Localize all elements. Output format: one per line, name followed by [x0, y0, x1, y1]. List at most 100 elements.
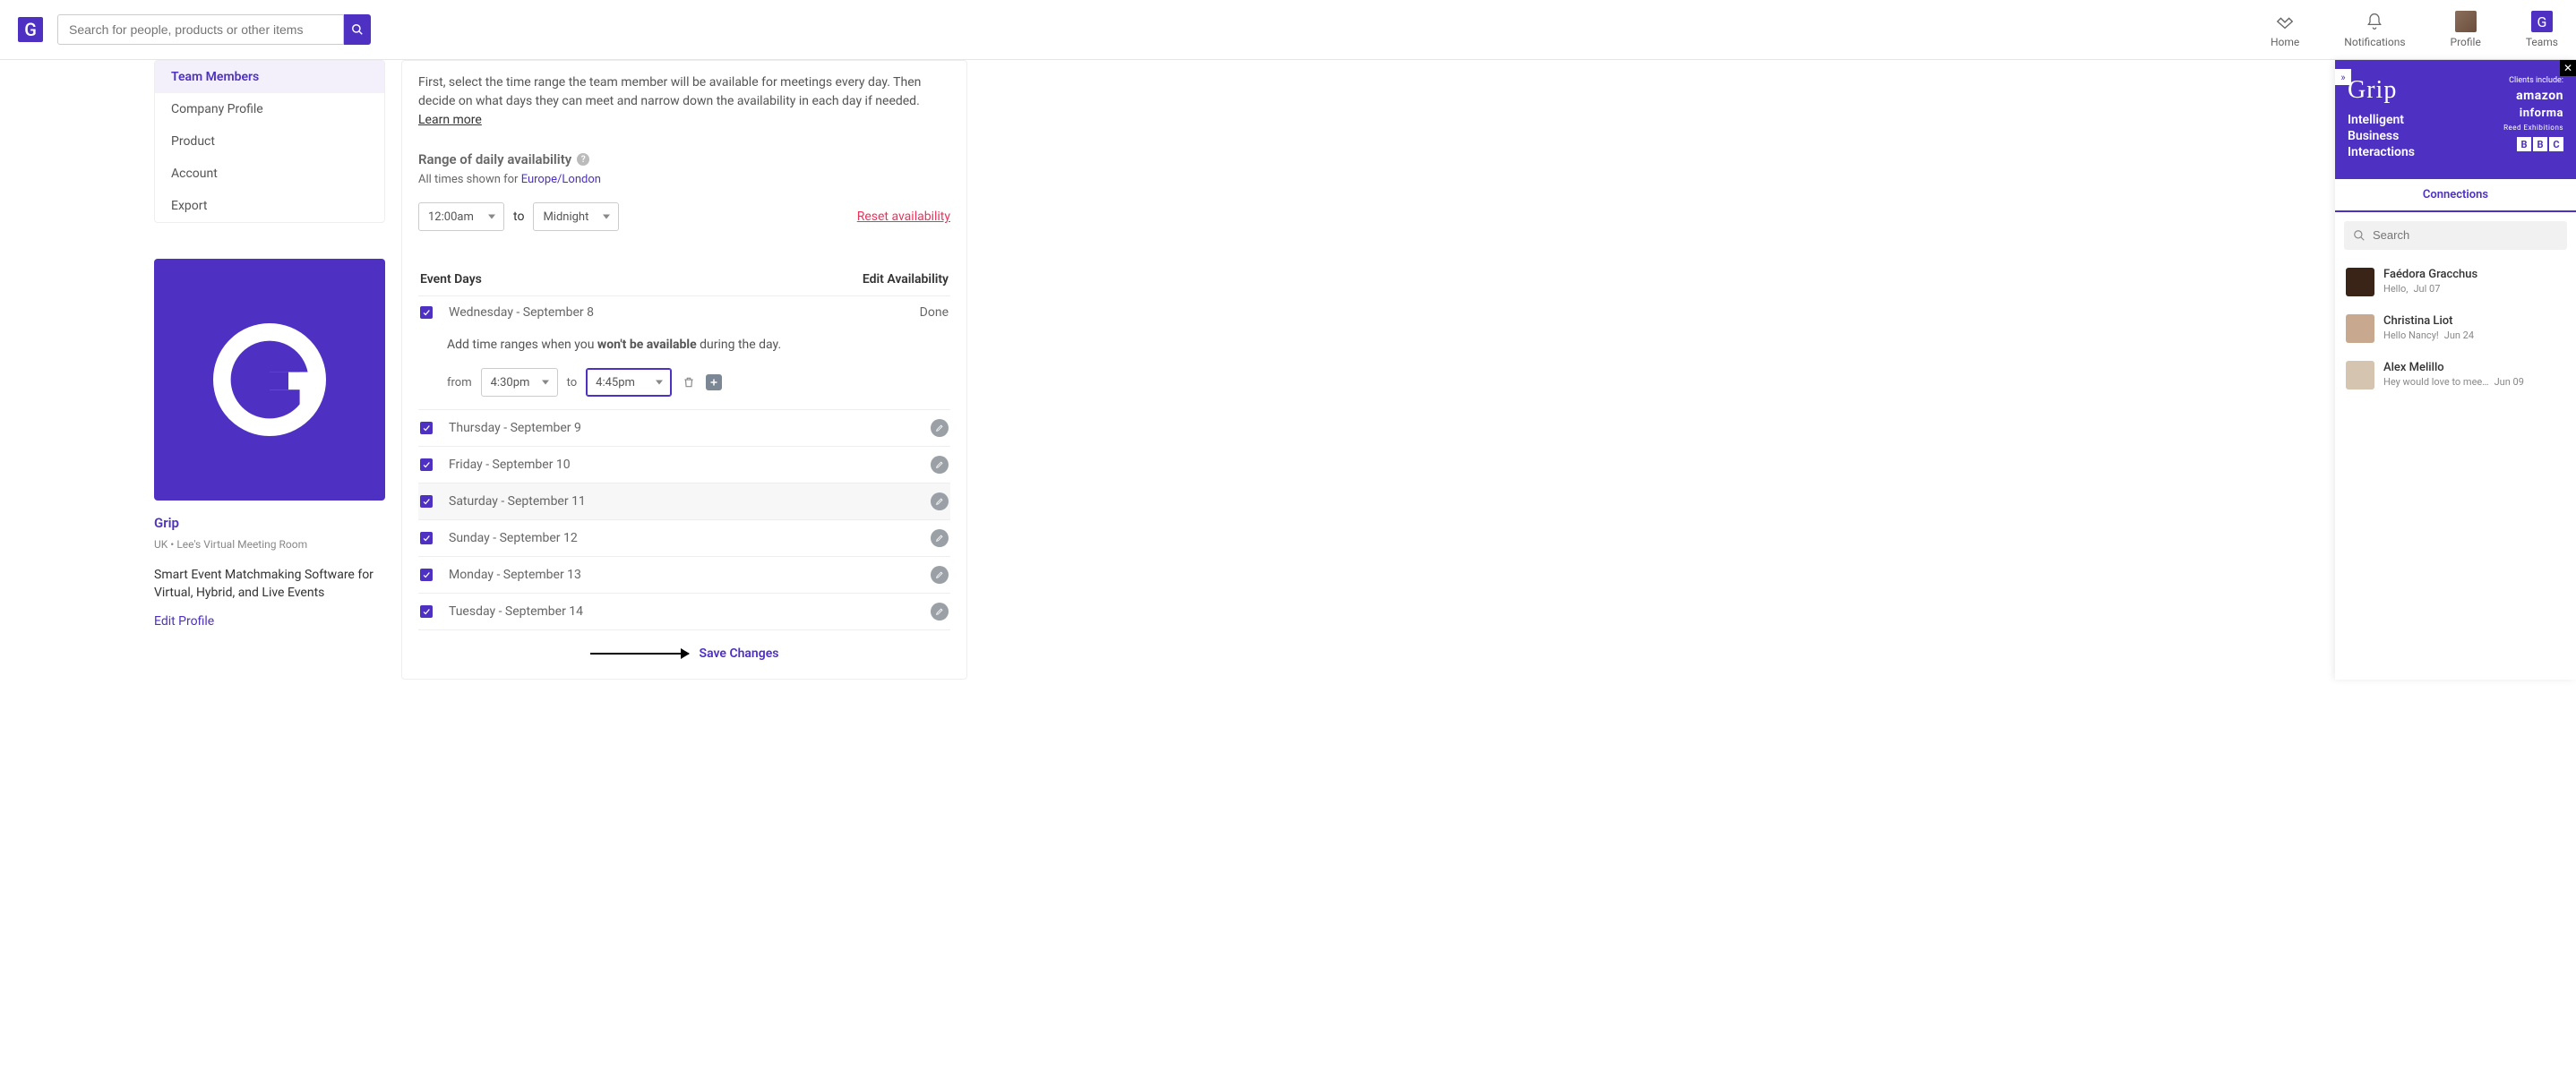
nav-teams[interactable]: G Teams	[2526, 11, 2558, 48]
connections-tab[interactable]: Connections	[2335, 179, 2576, 212]
app-logo[interactable]: G	[18, 17, 43, 42]
day-row-sat: Saturday - September 11	[418, 484, 950, 520]
day-row-sun: Sunday - September 12	[418, 520, 950, 557]
nav-notifications[interactable]: Notifications	[2344, 11, 2405, 48]
search-button[interactable]	[344, 14, 371, 45]
client-informa: informa	[2503, 107, 2563, 120]
day-label-fri: Friday - September 10	[449, 458, 571, 472]
search-wrap	[57, 14, 371, 45]
day-row-tue: Tuesday - September 14	[418, 594, 950, 630]
help-icon[interactable]: ?	[577, 153, 589, 166]
col-event-days: Event Days	[420, 272, 482, 287]
day-label-wed: Wednesday - September 8	[449, 305, 594, 320]
close-panel-button[interactable]: ✕	[2560, 60, 2576, 76]
to-label: to	[513, 210, 524, 224]
panel-tagline: Intelligent Business Interactions	[2348, 112, 2455, 161]
day-label-tue: Tuesday - September 14	[449, 604, 583, 619]
client-amazon: amazon	[2503, 89, 2563, 103]
profile-logo	[154, 259, 385, 501]
edit-fri[interactable]	[931, 456, 949, 474]
search-input[interactable]	[57, 14, 344, 45]
side-nav: Team Members Company Profile Product Acc…	[154, 60, 385, 223]
edit-profile-link[interactable]: Edit Profile	[154, 614, 214, 629]
avatar	[2346, 314, 2374, 343]
nav-home[interactable]: Home	[2271, 11, 2299, 48]
learn-more-link[interactable]: Learn more	[418, 113, 482, 127]
bell-icon	[2366, 13, 2383, 30]
edit-sat[interactable]	[931, 492, 949, 510]
save-changes-button[interactable]: Save Changes	[700, 646, 779, 661]
intro-copy: First, select the time range the team me…	[418, 75, 921, 108]
day-row-fri: Friday - September 10	[418, 447, 950, 484]
client-bbc: BBC	[2503, 137, 2563, 151]
teams-icon: G	[2531, 11, 2553, 32]
reset-availability-link[interactable]: Reset availability	[857, 210, 950, 224]
connection-msg: Hey would love to mee…	[2383, 376, 2489, 388]
edit-mon[interactable]	[931, 566, 949, 584]
day-row-wed: Wednesday - September 8 Done	[418, 296, 950, 329]
to-time-select[interactable]: 4:45pm	[586, 368, 672, 397]
pencil-icon	[935, 460, 944, 469]
sidebar-item-account[interactable]: Account	[155, 158, 384, 190]
delete-range-button[interactable]	[681, 374, 697, 390]
expand-panel-button[interactable]: »	[2335, 69, 2351, 85]
connection-date: Jun 09	[2494, 376, 2524, 388]
connection-msg: Hello Nancy!	[2383, 330, 2439, 341]
sidebar: Team Members Company Profile Product Acc…	[154, 60, 385, 680]
sidebar-item-team-members[interactable]: Team Members	[155, 61, 384, 93]
save-row: Save Changes	[418, 646, 950, 661]
page-body: Team Members Company Profile Product Acc…	[0, 60, 2576, 680]
connection-date: Jun 24	[2444, 330, 2474, 341]
timezone-line: All times shown for Europe/London	[418, 173, 950, 186]
range-heading: Range of daily availability ?	[418, 151, 950, 167]
profile-card: Grip UK • Lee's Virtual Meeting Room Sma…	[154, 259, 385, 629]
plus-icon	[708, 377, 719, 388]
add-range-button[interactable]	[706, 374, 722, 390]
checkbox-sat[interactable]	[420, 495, 433, 508]
connections-search-input[interactable]	[2344, 221, 2567, 250]
avatar-icon	[2455, 11, 2477, 32]
col-edit-avail: Edit Availability	[863, 272, 949, 287]
done-button[interactable]: Done	[920, 305, 949, 320]
checkbox-sun[interactable]	[420, 532, 433, 544]
panel-brand: Grip	[2348, 76, 2455, 105]
pencil-icon	[935, 570, 944, 579]
from-label: from	[447, 376, 472, 389]
timezone-link[interactable]: Europe/London	[521, 173, 601, 186]
checkbox-mon[interactable]	[420, 569, 433, 581]
checkbox-fri[interactable]	[420, 458, 433, 471]
sidebar-item-product[interactable]: Product	[155, 125, 384, 158]
from-time-select[interactable]: 4:30pm	[481, 368, 558, 397]
edit-tue[interactable]	[931, 603, 949, 621]
search-icon	[351, 23, 364, 36]
connection-item[interactable]: Christina Liot Hello Nancy! Jun 24	[2335, 305, 2576, 352]
tz-prefix: All times shown for	[418, 173, 521, 186]
checkbox-thu[interactable]	[420, 422, 433, 434]
connection-name: Christina Liot	[2383, 314, 2565, 328]
edit-sun[interactable]	[931, 529, 949, 547]
nav-profile[interactable]: Profile	[2451, 11, 2481, 48]
days-header: Event Days Edit Availability	[418, 272, 950, 296]
avatar	[2346, 268, 2374, 296]
pencil-icon	[935, 497, 944, 506]
connection-item[interactable]: Faédora Gracchus Hello,Jul 07	[2335, 259, 2576, 305]
sidebar-item-company-profile[interactable]: Company Profile	[155, 93, 384, 125]
trash-icon	[683, 376, 695, 389]
edit-thu[interactable]	[931, 419, 949, 437]
grip-g-icon	[207, 317, 332, 442]
avatar	[2346, 361, 2374, 389]
pencil-icon	[935, 607, 944, 616]
end-time-select[interactable]: Midnight	[533, 202, 619, 231]
checkbox-wed[interactable]	[420, 306, 433, 319]
day-label-sun: Sunday - September 12	[449, 531, 578, 545]
client-reed: Reed Exhibitions	[2503, 124, 2563, 132]
start-time-select[interactable]: 12:00am	[418, 202, 504, 231]
connection-item[interactable]: Alex Melillo Hey would love to mee…Jun 0…	[2335, 352, 2576, 398]
day-label-sat: Saturday - September 11	[449, 494, 586, 509]
day-row-mon: Monday - September 13	[418, 557, 950, 594]
search-icon	[2353, 229, 2366, 242]
topbar: G Home Notifications Profile G Teams	[0, 0, 2576, 60]
profile-description: Smart Event Matchmaking Software for Vir…	[154, 567, 385, 602]
sidebar-item-export[interactable]: Export	[155, 190, 384, 222]
checkbox-tue[interactable]	[420, 605, 433, 618]
